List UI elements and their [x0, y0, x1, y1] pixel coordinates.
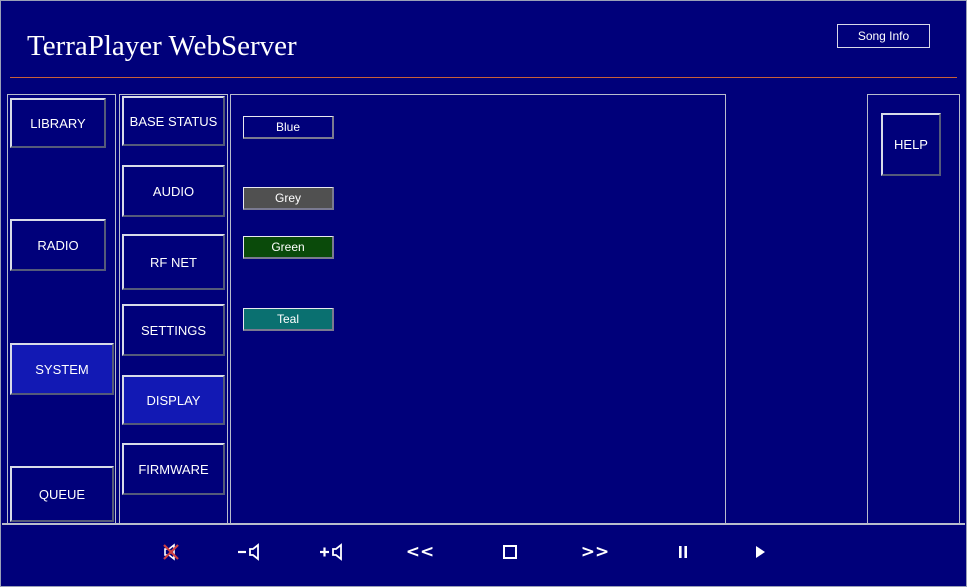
nav-display-button[interactable]: DISPLAY [122, 375, 225, 425]
theme-teal-button[interactable]: Teal [243, 308, 334, 331]
header-divider [10, 77, 957, 78]
nav-queue-button[interactable]: QUEUE [10, 466, 114, 522]
nav-library-button[interactable]: LIBRARY [10, 98, 106, 148]
theme-green-button[interactable]: Green [243, 236, 334, 259]
transport-bar [2, 523, 965, 587]
nav-system-button[interactable]: SYSTEM [10, 343, 114, 395]
nav-audio-button[interactable]: AUDIO [122, 165, 225, 217]
help-button[interactable]: HELP [881, 113, 941, 176]
page-title: TerraPlayer WebServer [27, 30, 297, 62]
nav-settings-button[interactable]: SETTINGS [122, 304, 225, 356]
theme-blue-button[interactable]: Blue [243, 116, 334, 139]
primary-nav-panel [7, 94, 116, 524]
nav-radio-button[interactable]: RADIO [10, 219, 106, 271]
previous-icon[interactable]: << [403, 539, 437, 565]
play-icon[interactable] [750, 539, 770, 565]
pause-icon[interactable] [673, 539, 693, 565]
song-info-button[interactable]: Song Info [837, 24, 930, 48]
volume-up-icon[interactable] [316, 539, 350, 565]
nav-base-status-button[interactable]: BASE STATUS [122, 96, 225, 146]
nav-rf-net-button[interactable]: RF NET [122, 234, 225, 290]
volume-down-icon[interactable] [234, 539, 268, 565]
stop-icon[interactable] [497, 539, 523, 565]
nav-firmware-button[interactable]: FIRMWARE [122, 443, 225, 495]
theme-grey-button[interactable]: Grey [243, 187, 334, 210]
next-icon[interactable]: >> [578, 539, 612, 565]
mute-icon[interactable] [158, 539, 184, 565]
